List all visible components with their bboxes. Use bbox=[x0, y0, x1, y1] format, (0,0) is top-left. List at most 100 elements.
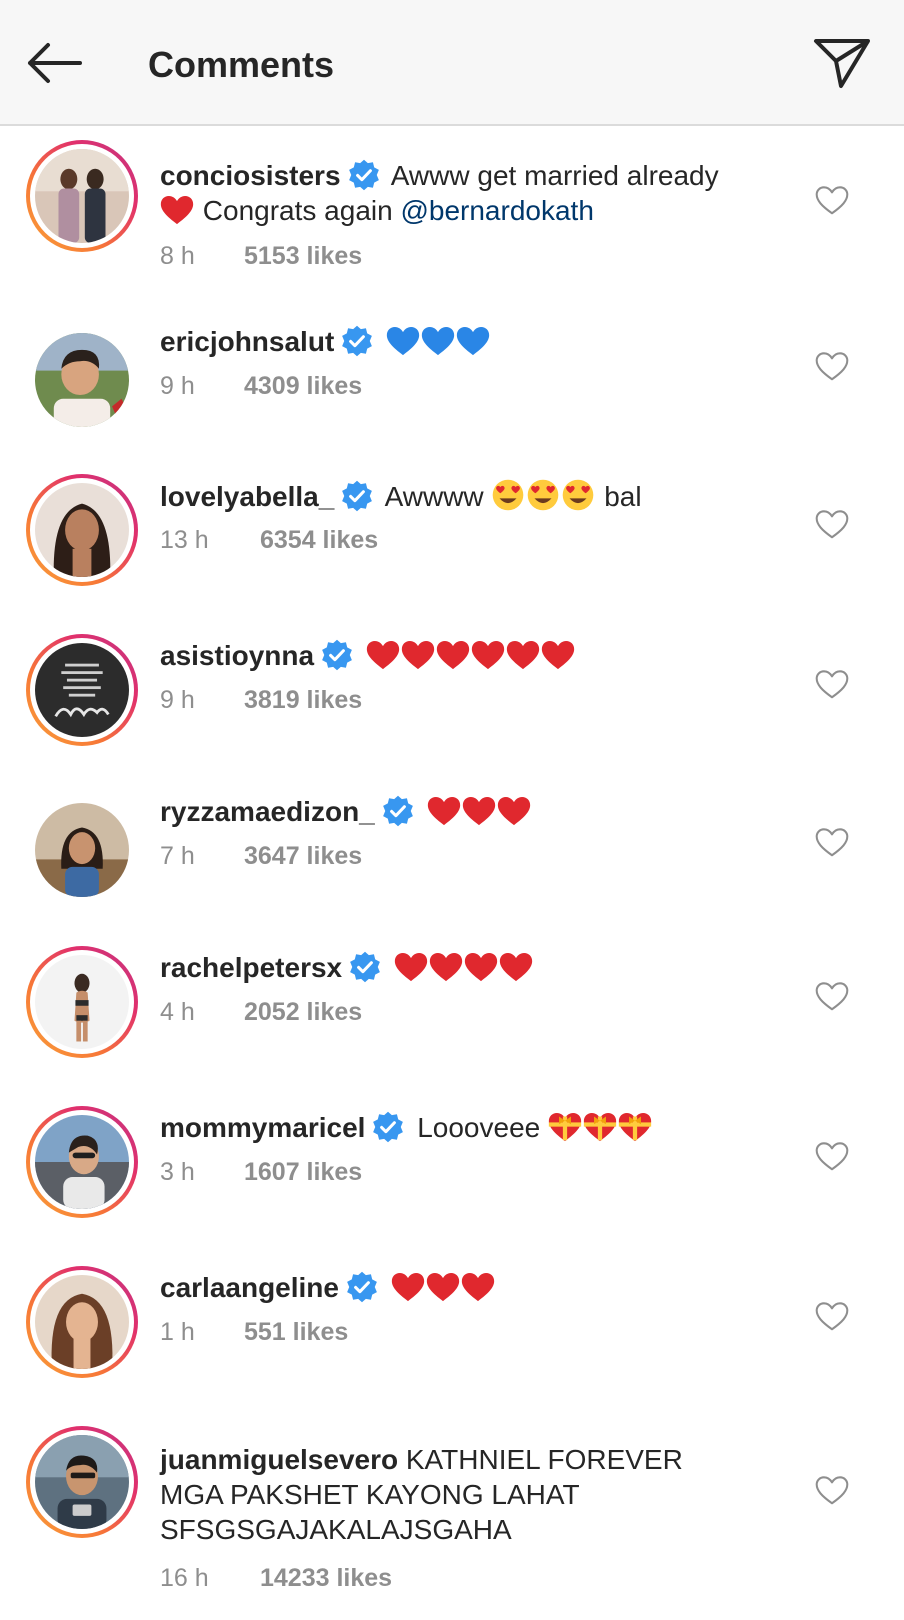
red-heart-emoji-icon bbox=[499, 952, 533, 983]
comment-emoji bbox=[394, 952, 534, 983]
mention-link[interactable]: @bernardokath bbox=[400, 195, 593, 226]
like-button[interactable] bbox=[812, 504, 852, 544]
red-heart-emoji-icon bbox=[461, 1272, 495, 1303]
comment-username[interactable]: rachelpetersx bbox=[160, 952, 342, 983]
comment-username[interactable]: conciosisters bbox=[160, 160, 341, 191]
red-heart-emoji-icon bbox=[427, 796, 461, 827]
blue-heart-icon bbox=[456, 326, 490, 357]
comment-text: Congrats again bbox=[202, 195, 393, 226]
comment-likes[interactable]: 551 likes bbox=[244, 1318, 348, 1346]
like-button[interactable] bbox=[812, 1136, 852, 1176]
comment-likes[interactable]: 2052 likes bbox=[244, 998, 362, 1026]
comment-username[interactable]: juanmiguelsevero bbox=[160, 1444, 398, 1475]
comment-time: 4 h bbox=[160, 998, 195, 1026]
avatar-photo bbox=[35, 643, 129, 737]
avatar-photo bbox=[35, 1115, 129, 1209]
verified-badge-icon bbox=[348, 950, 382, 984]
comment-time: 13 h bbox=[160, 526, 209, 554]
red-heart-emoji-icon bbox=[366, 640, 400, 671]
heart-outline-icon bbox=[815, 669, 849, 700]
gift-heart-emoji-icon bbox=[583, 1112, 617, 1143]
back-button[interactable] bbox=[22, 38, 86, 88]
avatar-photo bbox=[35, 149, 129, 243]
red-heart-emoji-icon bbox=[541, 640, 575, 671]
avatar[interactable] bbox=[26, 946, 138, 1058]
heart-outline-icon bbox=[815, 1141, 849, 1172]
heart-outline-icon bbox=[815, 827, 849, 858]
avatar-photo bbox=[35, 803, 129, 897]
red-heart-emoji-icon bbox=[394, 952, 428, 983]
comment-emoji bbox=[391, 1272, 496, 1303]
comment-time: 8 h bbox=[160, 242, 195, 270]
avatar[interactable] bbox=[26, 634, 138, 746]
comment-likes[interactable]: 4309 likes bbox=[244, 372, 362, 400]
comment-likes[interactable]: 1607 likes bbox=[244, 1158, 362, 1186]
like-button[interactable] bbox=[812, 180, 852, 220]
avatar[interactable] bbox=[26, 140, 138, 252]
avatar-photo bbox=[35, 1275, 129, 1369]
red-heart-emoji-icon bbox=[462, 796, 496, 827]
verified-badge-icon bbox=[320, 638, 354, 672]
page-title: Comments bbox=[148, 44, 335, 85]
like-button[interactable] bbox=[812, 664, 852, 704]
avatar-photo bbox=[35, 333, 129, 427]
verified-badge-icon bbox=[345, 1270, 379, 1304]
comment-likes[interactable]: 5153 likes bbox=[244, 242, 362, 270]
comment-likes[interactable]: 14233 likes bbox=[260, 1564, 392, 1592]
comment-emoji bbox=[386, 326, 491, 357]
comment-likes[interactable]: 6354 likes bbox=[260, 526, 378, 554]
heart-eyes-emoji-icon bbox=[526, 478, 560, 512]
heart-eyes-emoji-icon bbox=[491, 478, 525, 512]
comment-username[interactable]: lovelyabella_ bbox=[160, 481, 334, 512]
like-button[interactable] bbox=[812, 822, 852, 862]
paper-plane-icon bbox=[814, 39, 870, 88]
avatar[interactable] bbox=[26, 1266, 138, 1378]
avatar[interactable] bbox=[26, 1426, 138, 1538]
arrow-left-icon bbox=[28, 43, 82, 83]
red-heart-emoji-icon bbox=[471, 640, 505, 671]
like-button[interactable] bbox=[812, 346, 852, 386]
verified-badge-icon bbox=[340, 479, 374, 513]
comment-emoji bbox=[491, 481, 604, 512]
red-heart-emoji-icon bbox=[436, 640, 470, 671]
red-heart-emoji-icon bbox=[429, 952, 463, 983]
verified-badge-icon bbox=[340, 324, 374, 358]
like-button[interactable] bbox=[812, 976, 852, 1016]
red-heart-emoji-icon bbox=[426, 1272, 460, 1303]
red-heart-emoji-icon bbox=[464, 952, 498, 983]
comment-time: 7 h bbox=[160, 842, 195, 870]
avatar-photo bbox=[35, 1435, 129, 1529]
comment-time: 9 h bbox=[160, 686, 195, 714]
verified-badge-icon bbox=[381, 794, 415, 828]
heart-outline-icon bbox=[815, 509, 849, 540]
comment-username[interactable]: mommymaricel bbox=[160, 1112, 365, 1143]
blue-heart-icon bbox=[386, 326, 420, 357]
avatar[interactable] bbox=[26, 324, 138, 436]
like-button[interactable] bbox=[812, 1470, 852, 1510]
heart-outline-icon bbox=[815, 1475, 849, 1506]
comment-emoji bbox=[427, 796, 532, 827]
verified-badge-icon bbox=[347, 158, 381, 192]
comment-text: bal bbox=[604, 481, 642, 512]
avatar-photo bbox=[35, 955, 129, 1049]
avatar[interactable] bbox=[26, 794, 138, 906]
red-heart-emoji-icon bbox=[401, 640, 435, 671]
red-heart-emoji-icon bbox=[497, 796, 531, 827]
comment-username[interactable]: ericjohnsalut bbox=[160, 326, 334, 357]
comment-username[interactable]: asistioynna bbox=[160, 640, 314, 671]
like-button[interactable] bbox=[812, 1296, 852, 1336]
comment-emoji bbox=[366, 640, 576, 671]
share-button[interactable] bbox=[810, 33, 874, 93]
comment-text: KATHNIEL FOREVER bbox=[405, 1444, 683, 1475]
heart-outline-icon bbox=[815, 185, 849, 216]
red-heart-emoji-icon bbox=[506, 640, 540, 671]
comment-username[interactable]: carlaangeline bbox=[160, 1272, 339, 1303]
comment-username[interactable]: ryzzamaedizon_ bbox=[160, 796, 375, 827]
comment-emoji bbox=[548, 1112, 653, 1143]
avatar[interactable] bbox=[26, 1106, 138, 1218]
comment-text: Loooveee bbox=[417, 1112, 541, 1143]
avatar[interactable] bbox=[26, 474, 138, 586]
comment-time: 9 h bbox=[160, 372, 195, 400]
comment-likes[interactable]: 3647 likes bbox=[244, 842, 362, 870]
comment-likes[interactable]: 3819 likes bbox=[244, 686, 362, 714]
